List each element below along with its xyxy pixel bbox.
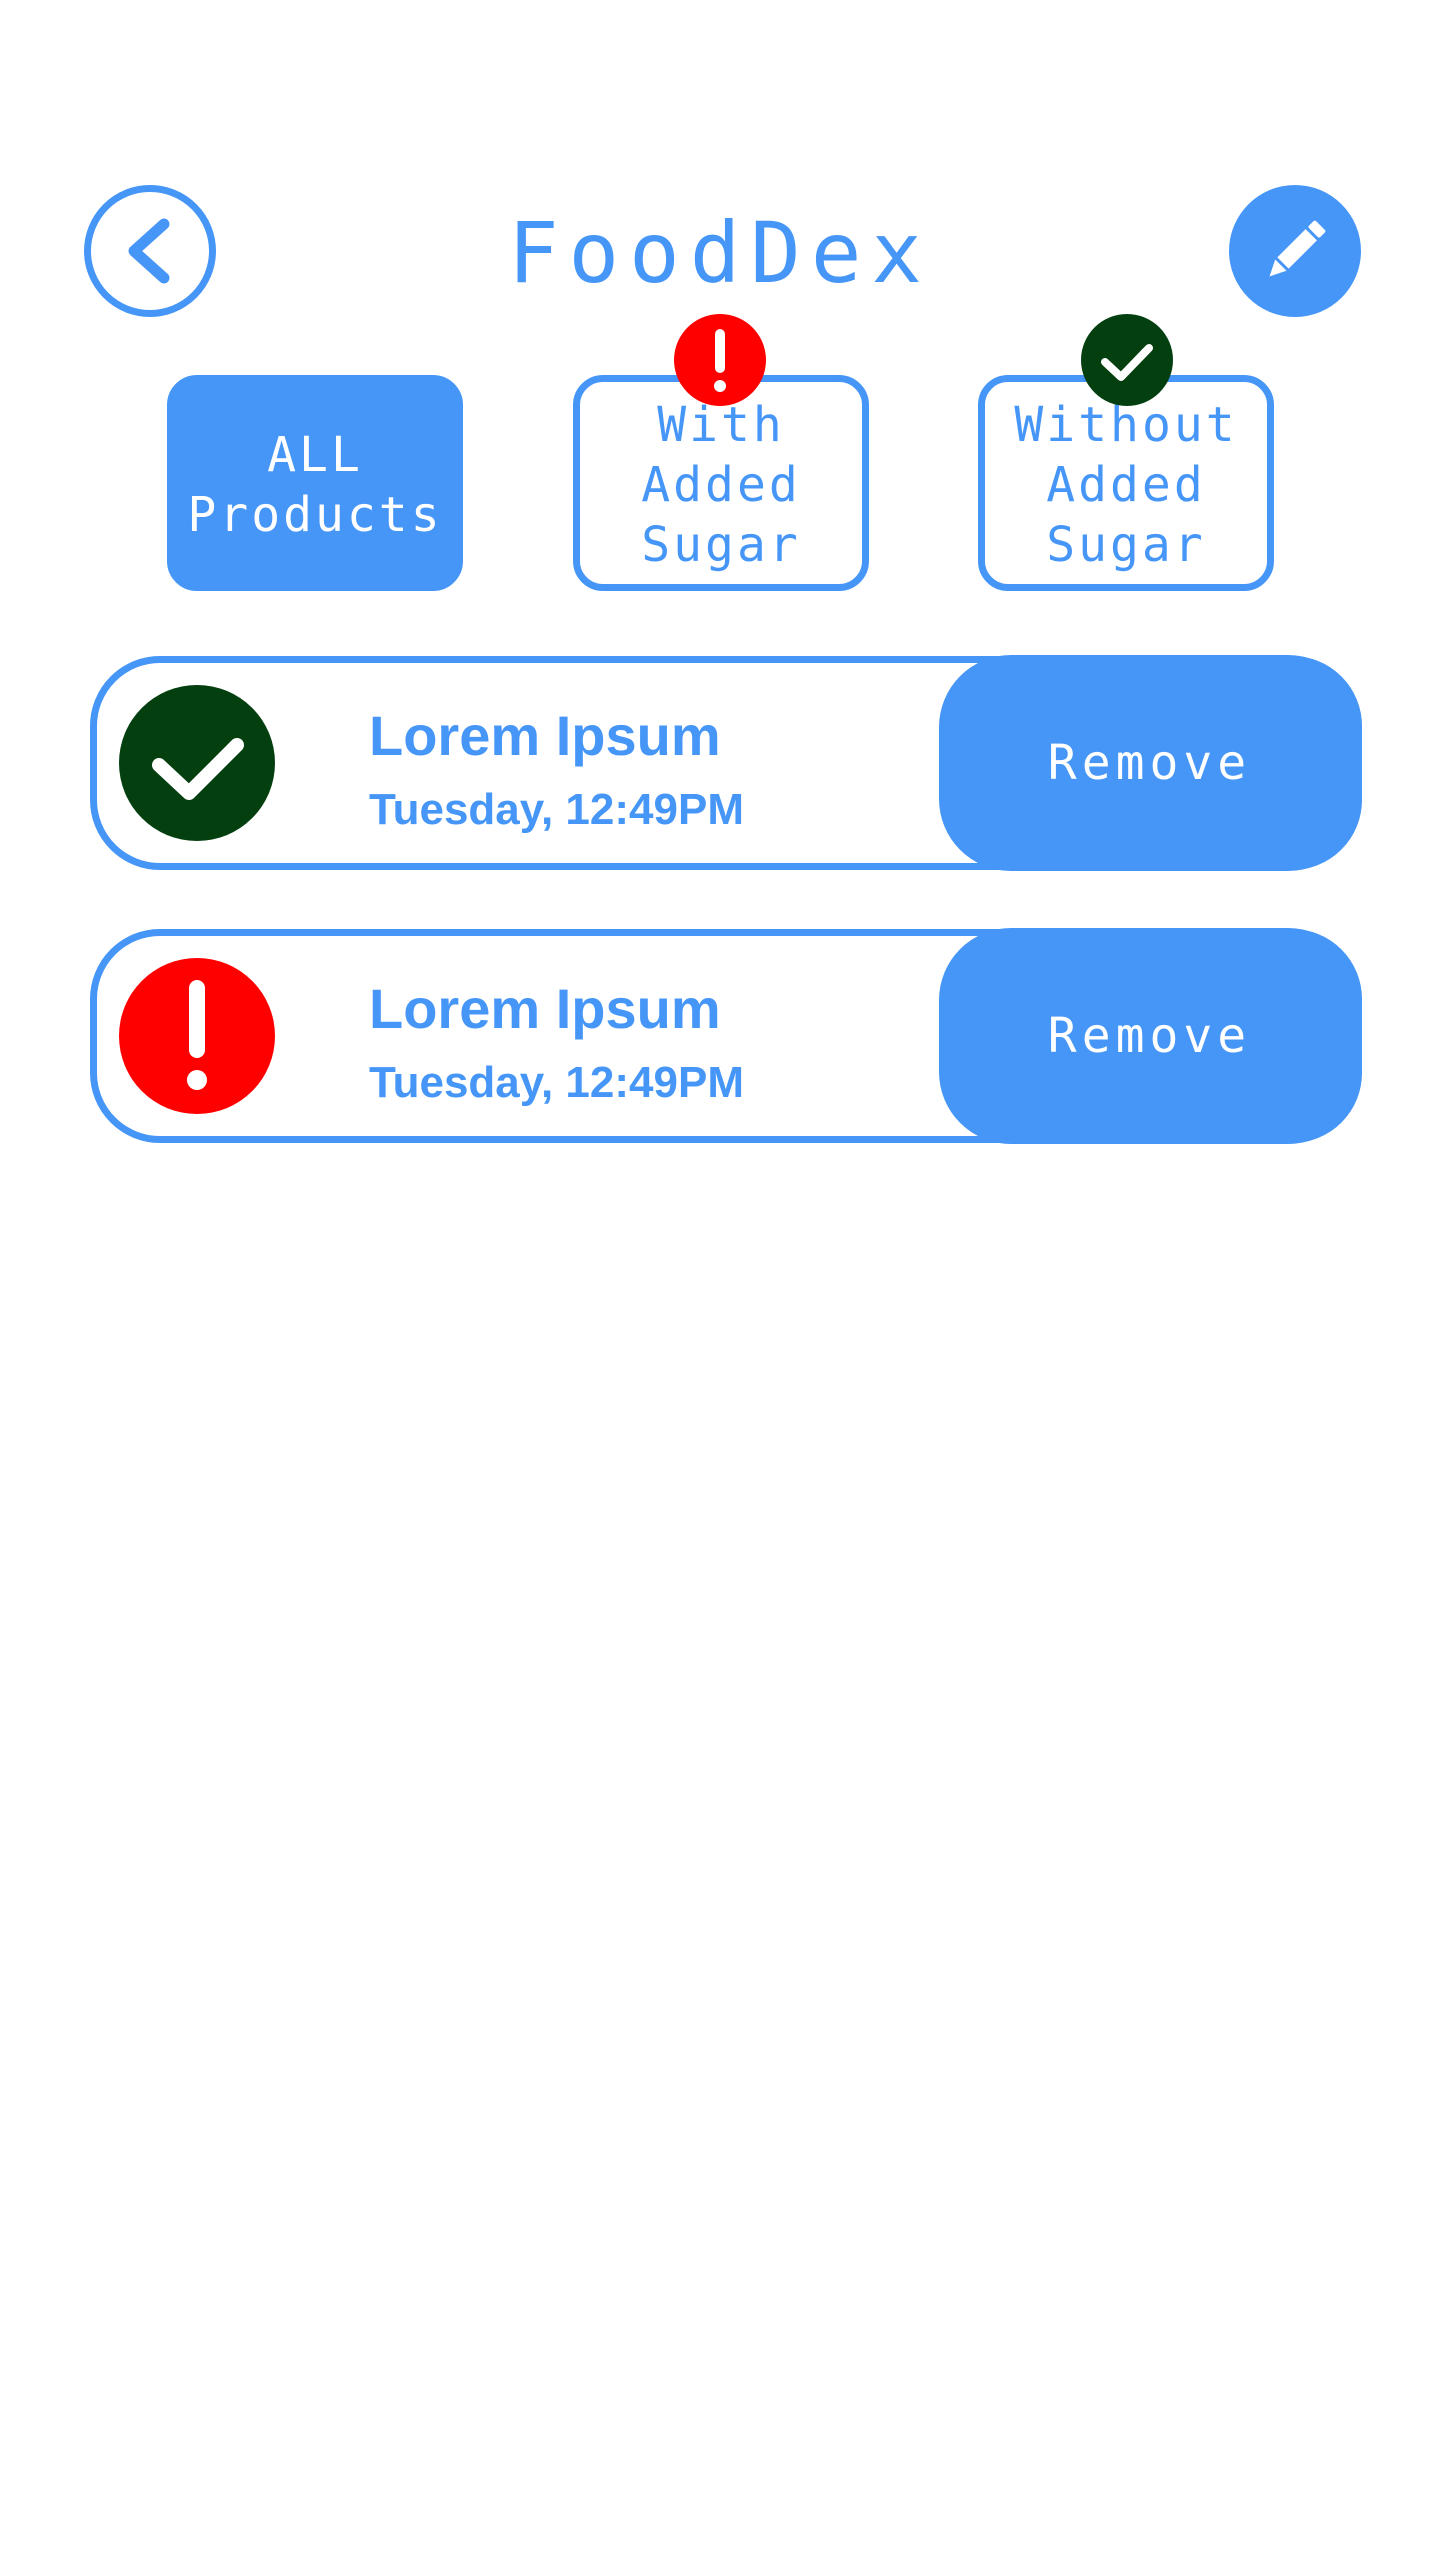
remove-button[interactable]: Remove xyxy=(939,928,1360,1144)
filter-with-added-sugar-button[interactable]: With Added Sugar xyxy=(573,375,869,591)
checkmark-icon xyxy=(119,685,275,841)
page-title: FoodDex xyxy=(507,204,932,302)
product-name: Lorem Ipsum xyxy=(369,704,721,767)
edit-button[interactable] xyxy=(1229,185,1361,317)
product-name: Lorem Ipsum xyxy=(369,977,721,1040)
exclamation-icon xyxy=(119,958,275,1114)
product-timestamp: Tuesday, 12:49PM xyxy=(369,785,744,834)
filter-without-added-sugar-button[interactable]: Without Added Sugar xyxy=(978,375,1274,591)
pencil-icon xyxy=(1269,220,1326,277)
product-timestamp: Tuesday, 12:49PM xyxy=(369,1058,744,1107)
exclamation-icon xyxy=(674,314,766,406)
checkmark-icon xyxy=(1081,314,1173,406)
remove-button[interactable]: Remove xyxy=(939,655,1360,871)
filter-all-products-button[interactable]: ALL Products xyxy=(167,375,463,591)
